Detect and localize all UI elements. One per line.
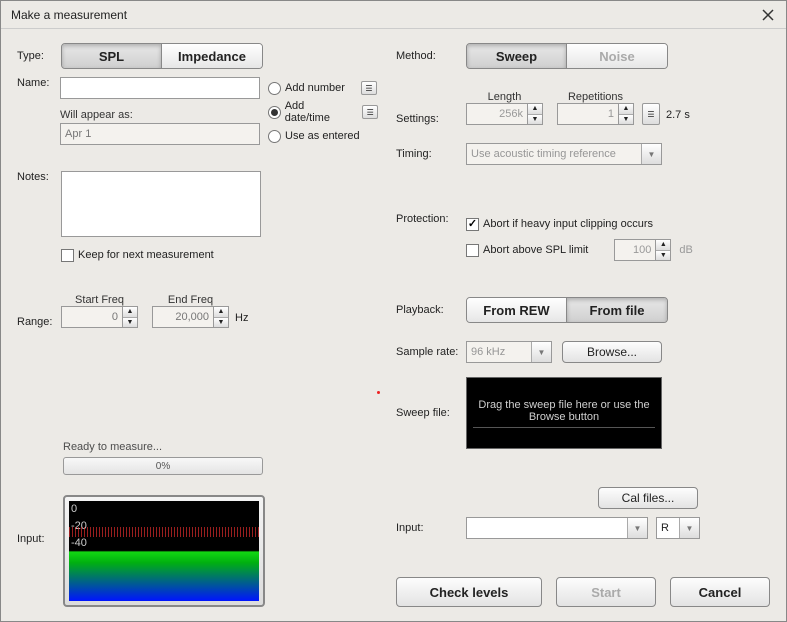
cal-files-button[interactable]: Cal files...: [598, 487, 698, 509]
db-label: dB: [679, 244, 692, 256]
end-freq-input[interactable]: [152, 306, 214, 328]
chevron-down-icon: ▼: [531, 342, 551, 362]
input-left-label: Input:: [17, 489, 63, 607]
reps-input[interactable]: [557, 103, 619, 125]
hz-label: Hz: [235, 312, 248, 328]
radio-use-entered-label: Use as entered: [285, 130, 360, 142]
method-sweep[interactable]: Sweep: [467, 44, 567, 68]
timing-select[interactable]: Use acoustic timing reference ▼: [466, 143, 662, 165]
type-toggle[interactable]: SPL Impedance: [61, 43, 263, 69]
input-select[interactable]: ▼: [466, 517, 648, 539]
name-input[interactable]: [60, 77, 260, 99]
will-appear-value: [60, 123, 260, 145]
reps-label: Repetitions: [557, 91, 634, 103]
window-title: Make a measurement: [11, 8, 760, 22]
spl-limit-spinner[interactable]: ▲▼: [614, 239, 671, 261]
length-input[interactable]: [466, 103, 528, 125]
end-freq-label: End Freq: [152, 294, 229, 306]
check-levels-button[interactable]: Check levels: [396, 577, 542, 607]
input-right-label: Input:: [396, 522, 466, 534]
sample-rate-select[interactable]: 96 kHz ▼: [466, 341, 552, 363]
chevron-down-icon: ▼: [679, 518, 699, 538]
reps-spinner[interactable]: ▲▼: [557, 103, 634, 125]
type-spl[interactable]: SPL: [62, 44, 162, 68]
playback-rew[interactable]: From REW: [467, 298, 567, 322]
spin-down-icon[interactable]: ▼: [214, 318, 228, 328]
chevron-down-icon: ▼: [627, 518, 647, 538]
ready-label: Ready to measure...: [63, 441, 378, 453]
name-label: Name:: [17, 77, 60, 89]
progress-bar: 0%: [63, 457, 263, 475]
radio-add-datetime[interactable]: [268, 106, 281, 119]
spin-up-icon[interactable]: ▲: [528, 104, 542, 115]
method-toggle[interactable]: Sweep Noise: [466, 43, 668, 69]
duration-label: 2.7 s: [666, 109, 690, 125]
radio-add-number-label: Add number: [285, 82, 345, 94]
radio-add-number[interactable]: [268, 82, 281, 95]
browse-button[interactable]: Browse...: [562, 341, 662, 363]
method-label: Method:: [396, 50, 466, 62]
keep-label: Keep for next measurement: [78, 249, 214, 261]
channel-select[interactable]: R ▼: [656, 517, 700, 539]
spin-down-icon[interactable]: ▼: [528, 115, 542, 125]
end-freq-spinner[interactable]: ▲▼: [152, 306, 229, 328]
spin-down-icon[interactable]: ▼: [619, 115, 633, 125]
start-button[interactable]: Start: [556, 577, 656, 607]
playback-toggle[interactable]: From REW From file: [466, 297, 668, 323]
spin-down-icon[interactable]: ▼: [656, 251, 670, 261]
length-label: Length: [466, 91, 543, 103]
marker-dot: [377, 391, 380, 394]
protection-label: Protection:: [396, 213, 466, 225]
radio-use-entered[interactable]: [268, 130, 281, 143]
settings-label: Settings:: [396, 113, 466, 125]
range-label: Range:: [17, 316, 61, 328]
notes-label: Notes:: [17, 171, 61, 183]
abort-spl-label: Abort above SPL limit: [483, 244, 588, 256]
spl-limit-input[interactable]: [614, 239, 656, 261]
type-label: Type:: [17, 50, 61, 62]
abort-clipping-check[interactable]: [466, 218, 479, 231]
name-option-icon-1[interactable]: ☰: [361, 81, 377, 95]
playback-label: Playback:: [396, 304, 466, 316]
spin-up-icon[interactable]: ▲: [656, 240, 670, 251]
cancel-button[interactable]: Cancel: [670, 577, 770, 607]
will-appear-label: Will appear as:: [60, 109, 260, 121]
method-noise[interactable]: Noise: [567, 44, 667, 68]
sweep-file-dropzone[interactable]: Drag the sweep file here or use the Brow…: [466, 377, 662, 449]
notes-input[interactable]: [61, 171, 261, 237]
keep-checkbox[interactable]: [61, 249, 74, 262]
name-option-icon-2[interactable]: ☰: [362, 105, 378, 119]
sweep-file-label: Sweep file:: [396, 407, 466, 419]
spin-down-icon[interactable]: ▼: [123, 318, 137, 328]
settings-options-icon[interactable]: ☰: [642, 103, 660, 125]
chevron-down-icon: ▼: [641, 144, 661, 164]
spin-up-icon[interactable]: ▲: [123, 307, 137, 318]
start-freq-input[interactable]: [61, 306, 123, 328]
abort-spl-check[interactable]: [466, 244, 479, 257]
spin-up-icon[interactable]: ▲: [619, 104, 633, 115]
sample-rate-label: Sample rate:: [396, 346, 466, 358]
start-freq-spinner[interactable]: ▲▼: [61, 306, 138, 328]
start-freq-label: Start Freq: [61, 294, 138, 306]
length-spinner[interactable]: ▲▼: [466, 103, 543, 125]
spin-up-icon[interactable]: ▲: [214, 307, 228, 318]
type-impedance[interactable]: Impedance: [162, 44, 262, 68]
timing-label: Timing:: [396, 148, 466, 160]
close-icon[interactable]: [760, 7, 776, 23]
playback-file[interactable]: From file: [567, 298, 667, 322]
radio-add-datetime-label: Add date/time: [285, 100, 351, 124]
input-spectrum: 0 -20 -40 -60 -80 -100: [69, 501, 259, 601]
abort-clipping-label: Abort if heavy input clipping occurs: [483, 218, 653, 230]
